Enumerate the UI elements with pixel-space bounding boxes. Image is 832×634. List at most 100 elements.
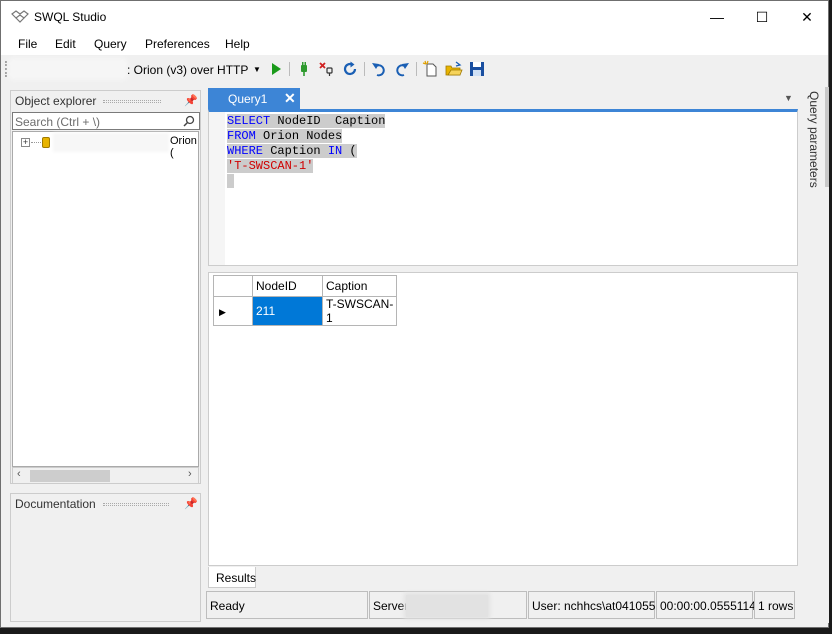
menu-query[interactable]: Query xyxy=(94,37,127,51)
status-user: User: nchhcs\at041055 xyxy=(528,591,655,619)
status-duration: 00:00:00.0555114 xyxy=(656,591,756,619)
tree-line xyxy=(31,142,41,143)
selected-text: FROM Orion Nodes xyxy=(227,129,343,143)
maximize-icon: ☐ xyxy=(755,8,769,25)
pin-icon[interactable]: 📌 xyxy=(184,497,198,510)
query-editor[interactable]: SELECT NodeID Caption FROM Orion Nodes WHE… xyxy=(208,109,798,266)
window-title: SWQL Studio xyxy=(34,10,107,24)
query-text[interactable]: SELECT NodeID Caption FROM Orion Nodes WHE… xyxy=(227,114,386,189)
execute-icon[interactable] xyxy=(267,60,285,78)
results-grid-panel: NodeID Caption ▶ 211 T-SWSCAN-1 xyxy=(208,272,798,566)
results-grid[interactable]: NodeID Caption ▶ 211 T-SWSCAN-1 xyxy=(213,275,397,326)
status-state-text: Ready xyxy=(210,599,245,613)
chevron-down-icon[interactable]: ▼ xyxy=(253,65,261,74)
tab-results-label: Results xyxy=(216,571,257,585)
pin-icon[interactable]: 📌 xyxy=(184,94,198,107)
connection-host-redacted xyxy=(11,61,125,77)
minimize-button[interactable]: — xyxy=(694,1,740,33)
sql-text: ( xyxy=(342,144,357,158)
object-explorer-header: Object explorer 📌 xyxy=(11,91,200,111)
grid-header-row: NodeID Caption xyxy=(213,275,397,297)
scroll-right-icon[interactable]: › xyxy=(188,468,192,480)
sql-keyword: SELECT xyxy=(227,114,271,128)
connection-selector[interactable]: : Orion (v3) over HTTP xyxy=(127,63,248,77)
selected-text: 'T-SWSCAN-1' xyxy=(227,159,314,173)
panel-grip[interactable] xyxy=(103,100,161,103)
sql-text: Orion Nodes xyxy=(255,129,343,143)
tab-strip: Query1 ✕ ▼ xyxy=(206,87,800,109)
sql-keyword: FROM xyxy=(227,129,256,143)
tree-node-label[interactable]: Orion ( xyxy=(170,135,198,159)
column-header-caption[interactable]: Caption xyxy=(322,275,397,297)
toolbar: : Orion (v3) over HTTP ▼ xyxy=(1,57,828,81)
panel-grip[interactable] xyxy=(103,503,169,506)
save-icon[interactable] xyxy=(468,60,486,78)
results-tab-strip: Results xyxy=(206,567,798,589)
close-button[interactable]: ✕ xyxy=(784,1,830,33)
refresh-icon[interactable] xyxy=(341,60,359,78)
tab-label: Query1 xyxy=(228,92,268,106)
menu-file[interactable]: File xyxy=(18,37,37,51)
query-workspace: Query1 ✕ ▼ SELECT NodeID Caption FROM Ori… xyxy=(206,87,800,623)
object-explorer-title: Object explorer xyxy=(15,94,97,108)
column-header-nodeid[interactable]: NodeID xyxy=(252,275,323,297)
tab-query1[interactable]: Query1 ✕ xyxy=(208,88,300,109)
vertical-scrollbar[interactable] xyxy=(825,87,829,187)
title-bar: SWQL Studio — ☐ ✕ xyxy=(1,1,828,33)
menu-bar: File Edit Query Preferences Help xyxy=(1,33,828,55)
row-selector[interactable]: ▶ xyxy=(213,296,253,326)
editor-gutter xyxy=(209,112,225,265)
query-line[interactable]: 'T-SWSCAN-1' xyxy=(227,159,385,174)
expand-icon[interactable]: + xyxy=(21,138,30,147)
horizontal-scrollbar[interactable]: ‹ › xyxy=(12,467,199,484)
main-window: SWQL Studio — ☐ ✕ File Edit Query Prefer… xyxy=(0,0,829,628)
cell-nodeid[interactable]: 211 xyxy=(252,296,323,326)
query-line[interactable]: SELECT NodeID Caption xyxy=(227,114,386,129)
status-row-count: 1 rows xyxy=(754,591,795,619)
sql-text: NodeID Caption xyxy=(270,114,386,128)
toolbar-grip[interactable] xyxy=(5,61,8,77)
tab-list-dropdown-icon[interactable]: ▼ xyxy=(784,93,793,103)
query-line[interactable]: FROM Orion Nodes xyxy=(227,129,385,144)
open-folder-icon[interactable] xyxy=(445,60,463,78)
sql-keyword: IN xyxy=(327,144,343,158)
redo-icon[interactable] xyxy=(393,60,411,78)
selected-text xyxy=(227,174,235,188)
table-row[interactable]: ▶ 211 T-SWSCAN-1 xyxy=(213,296,397,326)
sql-text: Caption xyxy=(263,144,328,158)
menu-help[interactable]: Help xyxy=(225,37,250,51)
query-line[interactable]: WHERE Caption IN ( xyxy=(227,144,385,159)
status-row-count-text: 1 rows xyxy=(758,599,794,613)
query-line[interactable] xyxy=(227,174,385,189)
documentation-panel: Documentation 📌 xyxy=(10,493,201,622)
status-bar: Ready Server: User: nchhcs\at041055 00:0… xyxy=(206,591,798,621)
toolbar-separator xyxy=(289,62,290,76)
undo-icon[interactable] xyxy=(370,60,388,78)
row-header-corner[interactable] xyxy=(213,275,253,297)
tab-results[interactable]: Results xyxy=(208,567,256,588)
selected-text: SELECT NodeID Caption xyxy=(227,114,386,128)
object-explorer-panel: Object explorer 📌 Search (Ctrl + \) + Or… xyxy=(10,90,201,484)
scroll-left-icon[interactable]: ‹ xyxy=(17,468,21,480)
maximize-button[interactable]: ☐ xyxy=(739,1,785,33)
status-user-text: User: nchhcs\at041055 xyxy=(532,599,656,613)
current-row-icon: ▶ xyxy=(219,307,226,317)
query-parameters-panel[interactable]: Query parameters xyxy=(801,87,829,623)
menu-edit[interactable]: Edit xyxy=(55,37,76,51)
minimize-icon: — xyxy=(710,9,724,25)
scrollbar-thumb[interactable] xyxy=(30,470,110,482)
app-logo-icon xyxy=(11,10,29,23)
disconnect-icon[interactable] xyxy=(318,60,336,78)
object-explorer-search-input[interactable]: Search (Ctrl + \) xyxy=(12,112,200,130)
search-placeholder: Search (Ctrl + \) xyxy=(15,115,101,129)
close-tab-icon[interactable]: ✕ xyxy=(284,90,296,107)
cell-caption[interactable]: T-SWSCAN-1 xyxy=(322,296,397,326)
object-tree[interactable]: + Orion ( xyxy=(12,131,199,467)
menu-preferences[interactable]: Preferences xyxy=(145,37,210,51)
connect-plug-icon[interactable] xyxy=(295,60,313,78)
toolbar-separator xyxy=(416,62,417,76)
sql-keyword: WHERE xyxy=(227,144,264,158)
query-parameters-label[interactable]: Query parameters xyxy=(807,91,821,188)
new-query-icon[interactable] xyxy=(422,60,440,78)
